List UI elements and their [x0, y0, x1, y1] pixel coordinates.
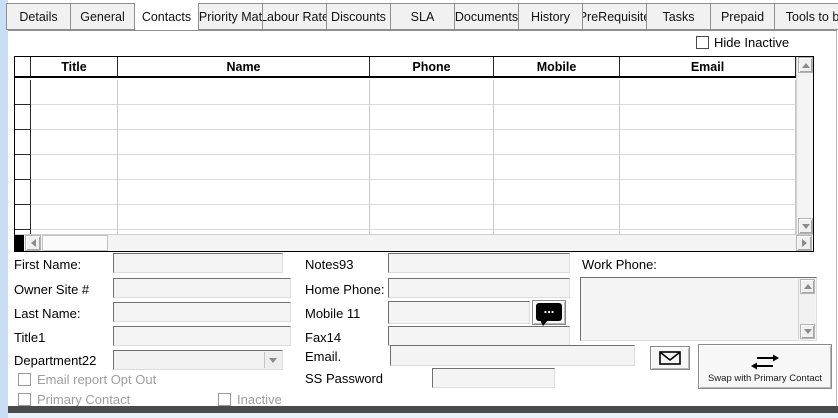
- sms-bubble-icon: ...: [536, 303, 562, 321]
- email-opt-out-checkbox[interactable]: [18, 373, 31, 386]
- grid-vertical-scrollbar[interactable]: [796, 57, 813, 234]
- hide-inactive-checkbox[interactable]: [696, 36, 709, 49]
- bottom-padding: [8, 413, 838, 418]
- last-name-label: Last Name:: [14, 306, 80, 321]
- mobile-field[interactable]: [388, 301, 530, 324]
- tab-sla[interactable]: SLA: [390, 3, 455, 30]
- owner-site-field[interactable]: [113, 278, 291, 298]
- arrow-up-icon: [802, 63, 810, 68]
- work-phone-memo[interactable]: [580, 277, 817, 341]
- home-phone-label: Home Phone:: [305, 282, 385, 297]
- tab-labour-rates[interactable]: Labour Rate: [262, 3, 327, 30]
- tab-details[interactable]: Details: [6, 3, 71, 30]
- arrow-down-icon: [804, 329, 812, 334]
- table-row[interactable]: [15, 105, 796, 130]
- scroll-left-button[interactable]: [25, 235, 41, 251]
- grid-header-name[interactable]: Name: [118, 57, 370, 76]
- scroll-down-button[interactable]: [798, 218, 813, 234]
- table-row[interactable]: [15, 130, 796, 155]
- swap-arrows-icon: [750, 354, 780, 371]
- owner-site-label: Owner Site #: [14, 282, 89, 297]
- home-phone-field[interactable]: [388, 278, 570, 298]
- table-row[interactable]: [15, 155, 796, 180]
- work-phone-label: Work Phone:: [582, 257, 657, 272]
- scroll-up-button[interactable]: [798, 57, 813, 73]
- fax-field[interactable]: [388, 326, 570, 346]
- title-label: Title1: [14, 330, 45, 345]
- primary-contact-checkbox[interactable]: [18, 393, 31, 406]
- last-name-field[interactable]: [113, 302, 291, 322]
- send-sms-button[interactable]: ...: [532, 300, 566, 325]
- department-select[interactable]: [113, 350, 283, 370]
- ss-password-label: SS Password: [305, 371, 383, 386]
- email-opt-out-label: Email report Opt Out: [37, 372, 156, 387]
- contacts-grid: Title Name Phone Mobile Email: [14, 56, 814, 252]
- tab-prepaid[interactable]: Prepaid: [710, 3, 775, 30]
- swap-primary-contact-button[interactable]: Swap with Primary Contact: [698, 344, 832, 389]
- mobile-label: Mobile 11: [305, 306, 360, 321]
- scroll-right-button[interactable]: [796, 235, 812, 251]
- swap-button-label: Swap with Primary Contact: [708, 373, 822, 384]
- chevron-down-icon: [269, 358, 277, 363]
- email-field[interactable]: [390, 345, 635, 366]
- grid-header-title[interactable]: Title: [31, 57, 118, 76]
- arrow-right-icon: [802, 239, 807, 247]
- tab-bar: Details General Contacts Priority Mat La…: [6, 3, 838, 30]
- grid-header-selector: [15, 57, 31, 76]
- envelope-icon: [659, 351, 681, 365]
- tab-documents[interactable]: Documents: [454, 3, 519, 30]
- inactive-label: Inactive: [237, 392, 282, 407]
- notes-label: Notes93: [305, 257, 353, 272]
- memo-scrollbar[interactable]: [798, 279, 815, 339]
- title-field[interactable]: [113, 326, 291, 346]
- fax-label: Fax14: [305, 330, 341, 345]
- left-accent-strip: [0, 0, 8, 418]
- tab-tasks[interactable]: Tasks: [646, 3, 711, 30]
- grid-body: [15, 80, 796, 234]
- scrollbar-corner-block: [15, 235, 24, 252]
- grid-header-row: Title Name Phone Mobile Email: [15, 57, 796, 78]
- grid-header-phone[interactable]: Phone: [370, 57, 494, 76]
- tab-history[interactable]: History: [518, 3, 583, 30]
- horizontal-scroll-thumb[interactable]: [42, 235, 108, 251]
- tab-contacts[interactable]: Contacts: [134, 3, 199, 30]
- table-row[interactable]: [15, 180, 796, 205]
- tab-discounts[interactable]: Discounts: [326, 3, 391, 30]
- arrow-down-icon: [802, 224, 810, 229]
- primary-contact-label: Primary Contact: [37, 392, 130, 407]
- arrow-up-icon: [804, 284, 812, 289]
- hide-inactive-label: Hide Inactive: [714, 35, 789, 50]
- grid-header-mobile[interactable]: Mobile: [494, 57, 620, 76]
- notes-field[interactable]: [388, 253, 570, 273]
- arrow-left-icon: [31, 239, 36, 247]
- tab-prerequisites[interactable]: PreRequisite: [582, 3, 647, 30]
- contacts-screen: Details General Contacts Priority Mat La…: [0, 0, 838, 418]
- table-row[interactable]: [15, 80, 796, 105]
- department-label: Department22: [14, 353, 96, 368]
- bottom-divider-bar: [8, 406, 838, 413]
- ss-password-field[interactable]: [432, 368, 555, 388]
- first-name-field[interactable]: [113, 253, 283, 273]
- memo-scroll-up-button[interactable]: [800, 279, 815, 294]
- tab-tools[interactable]: Tools to be: [774, 3, 838, 30]
- hide-inactive-control: Hide Inactive: [696, 35, 789, 50]
- tab-priority-matrix[interactable]: Priority Mat: [198, 3, 263, 30]
- inactive-checkbox[interactable]: [218, 393, 231, 406]
- combo-dropdown-button[interactable]: [264, 352, 281, 368]
- grid-header-email[interactable]: Email: [620, 57, 796, 76]
- email-label: Email.: [305, 349, 341, 364]
- grid-horizontal-scrollbar[interactable]: [15, 234, 813, 251]
- first-name-label: First Name:: [14, 257, 81, 272]
- contacts-panel: Hide Inactive Title Name Phone Mobile Em…: [8, 30, 837, 406]
- memo-scroll-down-button[interactable]: [800, 324, 815, 339]
- tab-general[interactable]: General: [70, 3, 135, 30]
- send-email-button[interactable]: [650, 346, 690, 370]
- table-row[interactable]: [15, 205, 796, 230]
